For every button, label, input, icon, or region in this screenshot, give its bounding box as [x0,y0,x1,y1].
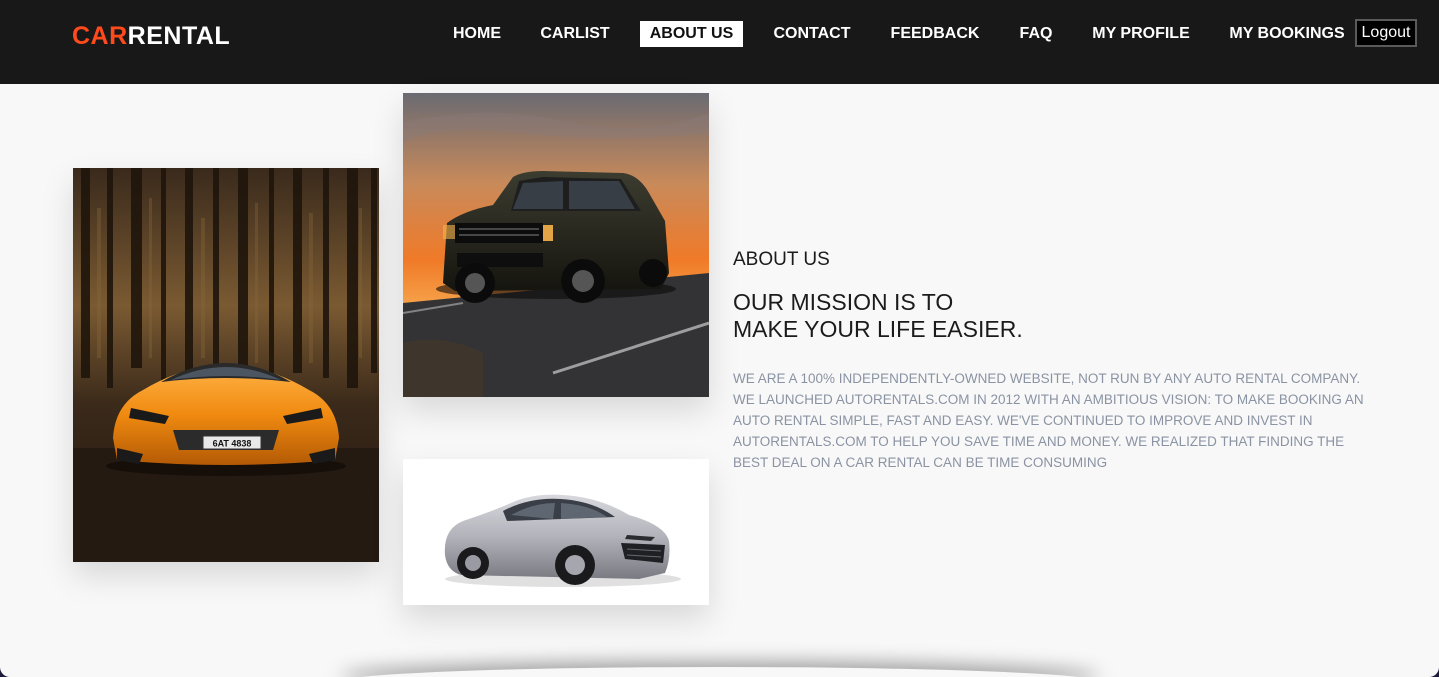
mission-title-line-2: MAKE YOUR LIFE EASIER. [733,316,1023,342]
nav-my-profile[interactable]: MY PROFILE [1083,21,1199,47]
about-us-heading: ABOUT US [733,249,830,270]
section-divider-shadow [340,667,1100,677]
brand-rest: RENTAL [127,22,231,50]
nav-about-us[interactable]: ABOUT US [640,21,743,47]
nav-my-bookings[interactable]: MY BOOKINGS [1220,21,1354,47]
nav-carlist[interactable]: CARLIST [531,21,619,47]
orange-sports-car-photo: 6AT 4838 [73,168,379,562]
mission-title-line-1: OUR MISSION IS TO [733,289,954,315]
navbar: CARRENTAL HOME CARLIST ABOUT US CONTACT … [0,0,1439,84]
nav-feedback[interactable]: FEEDBACK [881,21,989,47]
logout-button[interactable]: Logout [1355,19,1417,47]
page: CARRENTAL HOME CARLIST ABOUT US CONTACT … [0,0,1439,677]
silver-sedan-photo [403,459,709,605]
license-plate-text: 6AT 4838 [213,439,252,449]
suv-sunset-photo [403,93,709,397]
mission-title: OUR MISSION IS TO MAKE YOUR LIFE EASIER. [733,289,1023,343]
brand-logo[interactable]: CARRENTAL [72,22,230,51]
nav-contact[interactable]: CONTACT [764,21,860,47]
nav-home[interactable]: HOME [444,21,510,47]
brand-accent: CAR [72,22,128,50]
nav-faq[interactable]: FAQ [1010,21,1062,47]
about-description: WE ARE A 100% INDEPENDENTLY-OWNED WEBSIT… [733,371,1364,470]
